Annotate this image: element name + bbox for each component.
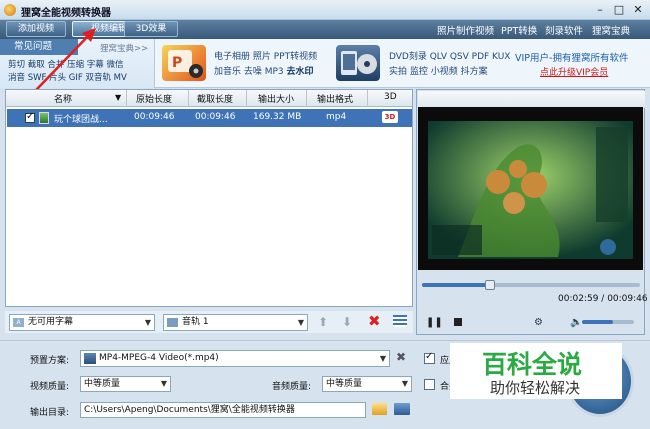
open-folder-icon[interactable] xyxy=(394,403,410,415)
promo-album-line-1[interactable]: 电子相册 照片 PPT转视频 xyxy=(214,49,317,62)
pause-icon[interactable]: ❚❚ xyxy=(426,317,443,328)
col-3d[interactable]: 3D xyxy=(384,92,397,102)
remove-watermark-link[interactable]: 去水印 xyxy=(287,67,314,77)
col-name[interactable]: 名称 xyxy=(54,92,72,105)
promo-album-line-2[interactable]: 加音乐 去噪 MP3 去水印 xyxy=(214,64,314,77)
video-frame-image xyxy=(428,121,633,259)
audio-track-select[interactable]: 音轨 1 ▼ xyxy=(163,314,308,331)
delete-icon[interactable]: ✖ xyxy=(368,312,381,330)
chevron-down-icon: ▼ xyxy=(144,318,151,327)
list-options-icon[interactable] xyxy=(393,315,407,327)
promo-dvd-line-2[interactable]: 实拍 监控 小视频 抖方案 xyxy=(389,64,488,77)
video-format-icon xyxy=(84,353,96,364)
upgrade-vip-link[interactable]: 点此升级VIP会员 xyxy=(540,65,608,78)
seek-progress xyxy=(422,283,490,287)
preset-label: 预置方案: xyxy=(30,356,70,366)
ppt-convert-link[interactable]: PPT转换 xyxy=(501,23,537,37)
row-output-size: 169.32 MB xyxy=(253,112,302,122)
row-original-length: 00:09:46 xyxy=(134,112,175,122)
stop-icon[interactable] xyxy=(454,318,462,326)
close-icon[interactable]: ✕ xyxy=(630,2,646,17)
volume-slider[interactable] xyxy=(582,320,634,324)
col-original-length[interactable]: 原始长度 xyxy=(136,92,172,105)
sort-arrow-icon[interactable]: ▼ xyxy=(115,93,121,102)
maximize-icon[interactable]: □ xyxy=(611,2,627,17)
dvd-burn-icon[interactable] xyxy=(336,45,380,81)
subtitle-value: 无可用字幕 xyxy=(28,317,74,327)
preset-value: MP4-MPEG-4 Video(*.mp4) xyxy=(99,353,219,363)
watermark-subtitle: 助你轻松解决 xyxy=(490,379,581,397)
video-quality-label: 视频质量: xyxy=(30,382,70,392)
preset-select[interactable]: MP4-MPEG-4 Video(*.mp4) ▼ xyxy=(80,350,390,367)
video-quality-select[interactable]: 中等质量 ▼ xyxy=(80,376,171,392)
output-dir-label: 输出目录: xyxy=(30,408,70,418)
liwo-guide-link[interactable]: 狸窝宝典 xyxy=(592,23,630,37)
subtitle-icon: A xyxy=(13,318,24,327)
photo-video-link[interactable]: 照片制作视频 xyxy=(437,23,494,37)
file-list-panel: 名称 ▼ 原始长度 截取长度 输出大小 输出格式 3D 玩个球团战... 00:… xyxy=(5,89,413,307)
video-file-icon xyxy=(39,112,49,124)
chevron-down-icon: ▼ xyxy=(379,354,386,363)
burn-software-link[interactable]: 刻录软件 xyxy=(545,23,583,37)
audio-track-value: 音轨 1 xyxy=(182,317,209,327)
chevron-down-icon: ▼ xyxy=(297,318,304,327)
row-checkbox[interactable] xyxy=(25,111,35,123)
minimize-icon[interactable]: – xyxy=(592,2,608,17)
playback-time: 00:02:59 / 00:09:46 xyxy=(558,294,648,304)
audio-quality-select[interactable]: 中等质量 ▼ xyxy=(322,376,412,392)
output-dir-field[interactable]: C:\Users\Apeng\Documents\狸窝\全能视频转换器 xyxy=(80,402,366,418)
svg-text:P: P xyxy=(172,55,182,71)
col-output-size[interactable]: 输出大小 xyxy=(258,92,294,105)
audio-track-icon xyxy=(167,318,178,327)
promo-dvd-line-1[interactable]: DVD刻录 QLV QSV PDF KUX xyxy=(389,49,510,62)
subtitle-select[interactable]: A 无可用字幕 ▼ xyxy=(9,314,155,331)
watermark-title: 百科全说 xyxy=(482,350,583,379)
watermark: 百科全说 助你轻松解决 xyxy=(450,343,622,399)
video-quality-value: 中等质量 xyxy=(84,379,121,389)
move-down-icon[interactable]: ⬇ xyxy=(342,315,352,329)
video-preview[interactable] xyxy=(418,107,643,270)
chevron-down-icon: ▼ xyxy=(401,379,408,388)
settings-gear-icon[interactable]: ⚙ xyxy=(534,317,543,328)
check-icon: ✓ xyxy=(425,351,434,362)
folder-icon[interactable] xyxy=(372,403,387,415)
audio-quality-value: 中等质量 xyxy=(326,379,363,389)
row-name: 玩个球团战... xyxy=(54,115,108,125)
chevron-down-icon: ▼ xyxy=(160,379,167,388)
output-dir-value: C:\Users\Apeng\Documents\狸窝\全能视频转换器 xyxy=(84,405,295,415)
seek-handle[interactable] xyxy=(484,280,495,290)
apply-all-checkbox[interactable]: ✓ xyxy=(424,351,435,364)
audio-quality-label: 音频质量: xyxy=(272,382,312,392)
volume-icon[interactable]: 🔈 xyxy=(570,317,582,328)
preset-settings-icon[interactable]: ✖ xyxy=(396,350,406,364)
col-cut-length[interactable]: 截取长度 xyxy=(197,92,233,105)
row-cut-length: 00:09:46 xyxy=(195,112,236,122)
merge-checkbox[interactable] xyxy=(424,379,435,390)
vip-info-text: VIP用户-拥有狸窝所有软件 xyxy=(515,53,629,64)
volume-level xyxy=(582,320,614,324)
row-3d-badge[interactable]: 3D xyxy=(382,111,398,123)
seek-track[interactable] xyxy=(422,280,640,290)
file-list-header: 名称 ▼ 原始长度 截取长度 输出大小 输出格式 3D xyxy=(6,90,412,107)
ppt-slideshow-icon[interactable]: P xyxy=(162,45,206,81)
row-output-format: mp4 xyxy=(326,112,347,122)
col-output-format[interactable]: 输出格式 xyxy=(317,92,353,105)
preview-header xyxy=(418,91,645,108)
move-up-icon[interactable]: ⬆ xyxy=(318,315,328,329)
